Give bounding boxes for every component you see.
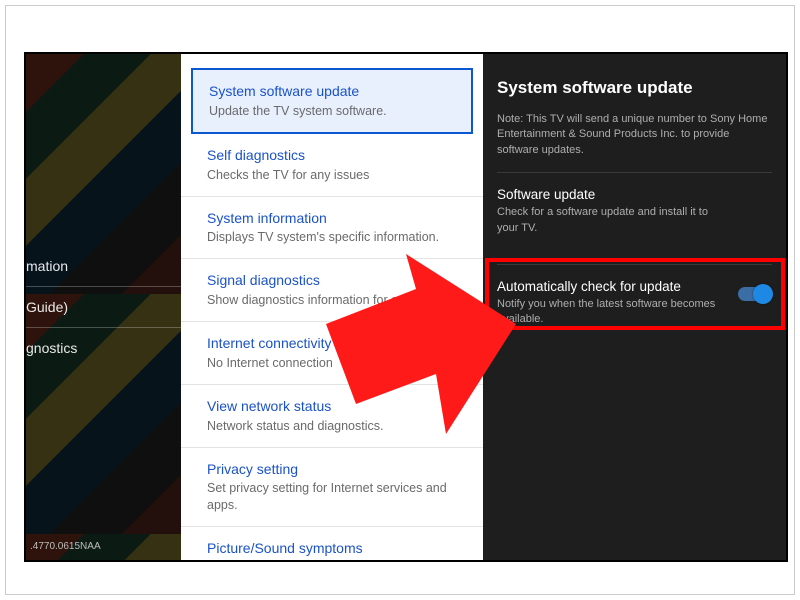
tv-screen: mation Guide) gnostics .4770.0615NAA Sys… (24, 52, 788, 562)
toggle-knob (753, 284, 773, 304)
menu-item-picture-sound[interactable]: Picture/Sound symptoms Picture or Sound … (181, 527, 483, 562)
menu-item-title: Privacy setting (207, 460, 469, 479)
left-menu-column: mation Guide) gnostics .4770.0615NAA (26, 54, 181, 560)
detail-title: System software update (497, 78, 772, 98)
menu-item-title: Signal diagnostics (207, 271, 469, 290)
menu-item-system-information[interactable]: System information Displays TV system's … (181, 197, 483, 260)
left-menu-label: Guide) (26, 299, 68, 315)
menu-item-title: System information (207, 209, 469, 228)
menu-item-subtitle: Network status and diagnostics. (207, 418, 469, 435)
menu-item-title: System software update (209, 82, 457, 101)
screenshot-frame: mation Guide) gnostics .4770.0615NAA Sys… (5, 5, 795, 595)
menu-item-subtitle: Update the TV system software. (209, 103, 457, 120)
menu-item-subtitle: Picture or Sound problems (207, 560, 469, 562)
menu-item-title: Self diagnostics (207, 146, 469, 165)
section-title: Software update (497, 187, 772, 202)
menu-item-subtitle: No Internet connection (207, 355, 469, 372)
menu-item-signal-diagnostics[interactable]: Signal diagnostics Show diagnostics info… (181, 259, 483, 322)
firmware-version: .4770.0615NAA (30, 541, 170, 552)
menu-item-title: Picture/Sound symptoms (207, 539, 469, 558)
left-menu-item[interactable]: Guide) (26, 286, 181, 327)
left-menu-item[interactable]: mation (26, 246, 181, 286)
section-auto-check-update[interactable]: Automatically check for update Notify yo… (497, 264, 772, 342)
auto-update-toggle[interactable] (738, 287, 770, 301)
detail-note: Note: This TV will send a unique number … (497, 112, 772, 158)
section-subtitle: Check for a software update and install … (497, 205, 772, 236)
menu-item-system-software-update[interactable]: System software update Update the TV sys… (191, 68, 473, 134)
left-menu-item[interactable]: gnostics (26, 327, 181, 368)
detail-panel: System software update Note: This TV wil… (483, 54, 786, 560)
menu-item-title: Internet connectivity symptoms (207, 334, 469, 353)
menu-item-subtitle: Checks the TV for any issues (207, 167, 469, 184)
menu-item-subtitle: Set privacy setting for Internet service… (207, 480, 469, 514)
menu-item-subtitle: Show diagnostics information for current… (207, 292, 469, 309)
menu-item-self-diagnostics[interactable]: Self diagnostics Checks the TV for any i… (181, 134, 483, 197)
settings-submenu-list: System software update Update the TV sys… (181, 54, 483, 562)
settings-submenu: System software update Update the TV sys… (181, 54, 483, 560)
section-subtitle: Notify you when the latest software beco… (497, 297, 772, 328)
menu-item-view-network-status[interactable]: View network status Network status and d… (181, 385, 483, 448)
section-software-update[interactable]: Software update Check for a software upd… (497, 172, 772, 250)
menu-item-title: View network status (207, 397, 469, 416)
menu-item-internet-connectivity[interactable]: Internet connectivity symptoms No Intern… (181, 322, 483, 385)
left-menu-label: mation (26, 258, 68, 274)
menu-item-privacy-setting[interactable]: Privacy setting Set privacy setting for … (181, 448, 483, 528)
left-menu-label: gnostics (26, 340, 77, 356)
menu-item-subtitle: Displays TV system's specific informatio… (207, 229, 469, 246)
section-title: Automatically check for update (497, 279, 772, 294)
